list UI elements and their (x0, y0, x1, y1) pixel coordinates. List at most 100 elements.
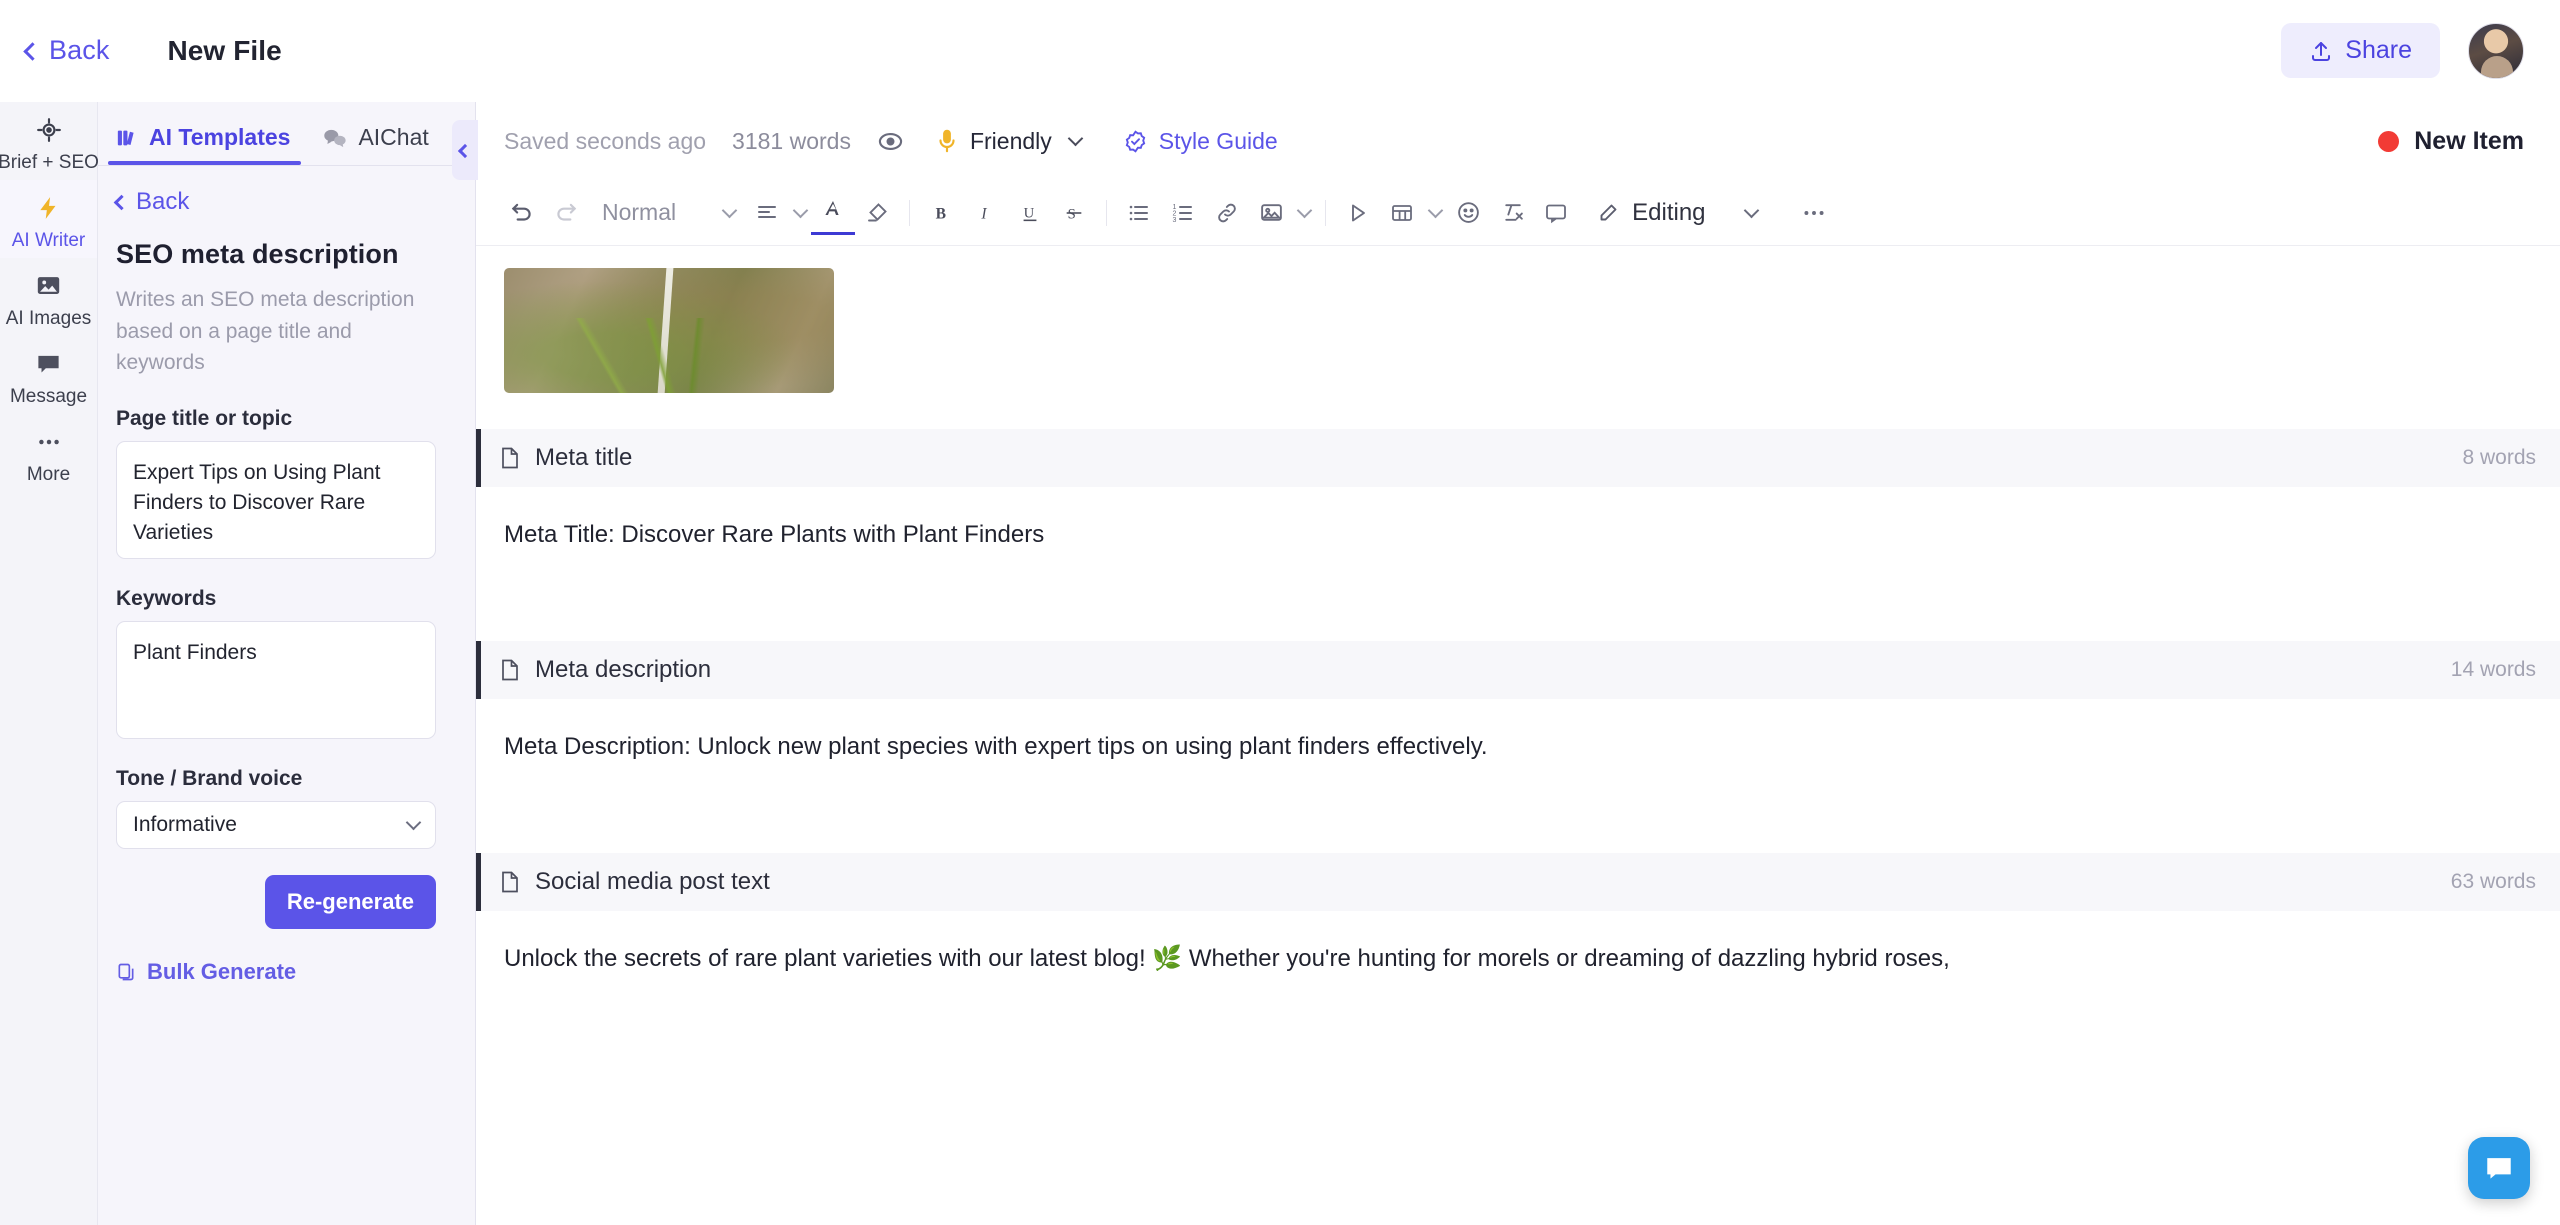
align-dropdown[interactable] (789, 191, 811, 235)
tone-select[interactable]: Informative (116, 800, 436, 849)
section-body[interactable]: Unlock the secrets of rare plant varieti… (476, 911, 2560, 977)
chevron-down-icon (1296, 202, 1312, 218)
ellipsis-icon (35, 427, 63, 457)
section-body[interactable]: Meta Title: Discover Rare Plants with Pl… (476, 487, 2560, 553)
chevron-down-icon (1743, 202, 1760, 218)
section-body[interactable]: Meta Description: Unlock new plant speci… (476, 699, 2560, 765)
template-description: Writes an SEO meta description based on … (116, 288, 415, 374)
svg-text:B: B (936, 205, 946, 222)
regenerate-row: Re-generate (116, 874, 436, 929)
sidebar-item-label: Message (9, 385, 88, 407)
upload-icon (2309, 39, 2333, 63)
document-scroll[interactable]: Meta title 8 words Meta Title: Discover … (476, 246, 2560, 1225)
sidebar-item-more[interactable]: More (0, 414, 97, 492)
avatar[interactable] (2468, 22, 2524, 79)
pencil-icon (1596, 201, 1620, 225)
video-button[interactable] (1336, 191, 1380, 235)
redo-button[interactable] (544, 191, 588, 235)
section-word-count: 63 words (2450, 870, 2536, 893)
tone-select-value: Informative (133, 812, 237, 836)
page-title-input[interactable]: Expert Tips on Using Plant Finders to Di… (116, 440, 436, 559)
underline-button[interactable]: U (1008, 191, 1052, 235)
save-status: Saved seconds ago (504, 127, 707, 154)
clear-format-button[interactable] (1490, 191, 1534, 235)
page-title: New File (167, 34, 282, 66)
style-guide-button[interactable]: Style Guide (1123, 128, 1278, 155)
support-chat-button[interactable] (2468, 1137, 2530, 1199)
highlight-button[interactable] (855, 191, 899, 235)
new-item-label: New Item (2414, 126, 2524, 155)
section-word-count: 8 words (2462, 446, 2536, 469)
templates-icon (116, 127, 138, 149)
sidebar-item-label: Brief + SEO (0, 151, 99, 173)
preview-eye-icon[interactable] (877, 128, 904, 155)
app-root: Back New File Share Brief + SEO AI Write… (0, 0, 2560, 1225)
style-guide-label: Style Guide (1158, 127, 1278, 154)
document-icon (499, 446, 521, 470)
link-button[interactable] (1205, 191, 1249, 235)
svg-text:I: I (981, 205, 988, 222)
section-word-count: 14 words (2450, 658, 2536, 681)
sidebar-item-ai-writer[interactable]: AI Writer (0, 180, 97, 258)
strikethrough-button[interactable]: S (1052, 191, 1096, 235)
block-style-value: Normal (602, 199, 677, 225)
chevron-down-icon (1427, 202, 1443, 218)
new-item-button[interactable]: New Item (2378, 127, 2524, 156)
sidebar-item-message[interactable]: Message (0, 336, 97, 414)
sidebar-item-label: More (26, 463, 71, 485)
undo-button[interactable] (500, 191, 544, 235)
svg-text:S: S (1068, 206, 1076, 222)
top-bar-actions: Share (2281, 22, 2524, 79)
share-button[interactable]: Share (2281, 23, 2440, 78)
chat-bubble-icon (35, 349, 62, 379)
document-status-bar: Saved seconds ago 3181 words Friendly St… (476, 102, 2560, 180)
text-color-button[interactable] (811, 191, 856, 235)
table-button[interactable] (1380, 191, 1424, 235)
collapse-panel-button[interactable] (452, 120, 478, 180)
toolbar-overflow-button[interactable] (1792, 191, 1836, 235)
tone-selector[interactable]: Friendly (936, 128, 1084, 155)
template-form: Back SEO meta description Writes an SEO … (98, 166, 475, 985)
bulk-generate-icon (116, 962, 136, 982)
chevron-left-icon (457, 143, 473, 158)
microphone-icon (936, 128, 958, 154)
record-dot-icon (2378, 130, 2400, 152)
toolbar-more-toggle[interactable] (1730, 191, 1774, 235)
image-dropdown[interactable] (1293, 191, 1315, 235)
bold-button[interactable]: B (920, 191, 964, 235)
italic-button[interactable]: I (964, 191, 1008, 235)
bulk-generate-button[interactable]: Bulk Generate (116, 959, 453, 985)
word-count: 3181 words (732, 127, 851, 154)
back-button-label: Back (49, 35, 110, 65)
tab-ai-templates[interactable]: AI Templates (98, 124, 305, 165)
svg-text:3: 3 (1173, 217, 1177, 224)
editing-mode-button[interactable]: Editing (1596, 199, 1706, 227)
align-button[interactable] (745, 191, 789, 235)
section-header: Social media post text 63 words (476, 853, 2560, 911)
table-dropdown[interactable] (1424, 191, 1446, 235)
document-hero-image (504, 268, 834, 393)
page-title-label: Page title or topic (116, 406, 293, 430)
regenerate-button[interactable]: Re-generate (264, 874, 436, 929)
document-area: Saved seconds ago 3181 words Friendly St… (476, 102, 2560, 1225)
toolbar-divider (909, 199, 911, 226)
template-back-button[interactable]: Back (113, 188, 453, 216)
tab-aichat[interactable]: AIChat (305, 124, 443, 165)
template-back-label: Back (136, 188, 190, 215)
back-button[interactable]: Back (23, 35, 110, 66)
template-panel: AI Templates AIChat Back SEO meta descri… (98, 102, 476, 1225)
badge-check-icon (1123, 129, 1148, 154)
keywords-input[interactable]: Plant Finders (116, 620, 436, 739)
bullet-list-button[interactable] (1117, 191, 1161, 235)
comment-button[interactable] (1534, 191, 1578, 235)
sidebar-item-ai-images[interactable]: AI Images (0, 258, 97, 336)
sidebar-item-brief-seo[interactable]: Brief + SEO (0, 102, 99, 180)
section-header: Meta title 8 words (476, 429, 2560, 487)
emoji-button[interactable] (1446, 191, 1490, 235)
share-button-label: Share (2345, 36, 2412, 64)
image-icon (35, 271, 62, 301)
block-style-select[interactable]: Normal (588, 199, 745, 226)
insert-image-button[interactable] (1249, 191, 1293, 235)
numbered-list-button[interactable]: 123 (1161, 191, 1205, 235)
